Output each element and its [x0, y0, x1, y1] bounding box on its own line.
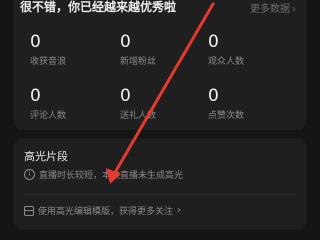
- highlights-notice-text: 直播时长较短，本次直播未生成高光: [39, 171, 184, 181]
- stat-gifters: 0 送礼人数: [120, 86, 200, 121]
- stat-label: 观众人数: [208, 57, 245, 67]
- stat-label: 新增粉丝: [120, 57, 157, 67]
- divider: [24, 194, 296, 195]
- stat-value: 0: [120, 86, 131, 106]
- chevron-right-icon: ›: [292, 4, 296, 15]
- stat-value: 0: [208, 86, 219, 106]
- stat-commenters: 0 评论人数: [30, 86, 110, 121]
- stat-likes: 0 点赞次数: [208, 86, 288, 121]
- stat-label: 评论人数: [30, 111, 67, 121]
- info-icon: i: [24, 169, 35, 180]
- stat-label: 送礼人数: [120, 111, 157, 121]
- more-data-label: 更多数据: [250, 4, 290, 15]
- more-data-link[interactable]: 更多数据 ›: [250, 0, 296, 15]
- stat-label: 收获音浪: [30, 57, 67, 67]
- highlights-notice: i 直播时长较短，本次直播未生成高光: [24, 168, 183, 181]
- highlight-template-link[interactable]: 使用高光编辑模版，获得更多关注 ›: [24, 204, 181, 217]
- highlights-card: 高光片段 i 直播时长较短，本次直播未生成高光 使用高光编辑模版，获得更多关注 …: [14, 138, 306, 230]
- stat-value: 0: [30, 86, 41, 106]
- highlights-title: 高光片段: [24, 150, 68, 163]
- live-summary-page: 很不错，你已经越来越优秀啦 更多数据 › 0 收获音浪 0 新增粉丝 0 观众人数…: [0, 0, 320, 240]
- highlight-template-text: 使用高光编辑模版，获得更多关注: [38, 207, 174, 217]
- stat-sound-waves: 0 收获音浪: [30, 32, 110, 67]
- stat-value: 0: [30, 32, 41, 52]
- stat-label: 点赞次数: [208, 111, 245, 121]
- summary-headline: 很不错，你已经越来越优秀啦: [20, 0, 177, 14]
- live-data-card: 很不错，你已经越来越优秀啦 更多数据 › 0 收获音浪 0 新增粉丝 0 观众人数…: [14, 0, 306, 130]
- template-icon: [24, 205, 34, 216]
- stat-value: 0: [208, 32, 219, 52]
- stat-viewers: 0 观众人数: [208, 32, 288, 67]
- chevron-right-icon: ›: [177, 205, 182, 216]
- stat-new-followers: 0 新增粉丝: [120, 32, 200, 67]
- stat-value: 0: [120, 32, 131, 52]
